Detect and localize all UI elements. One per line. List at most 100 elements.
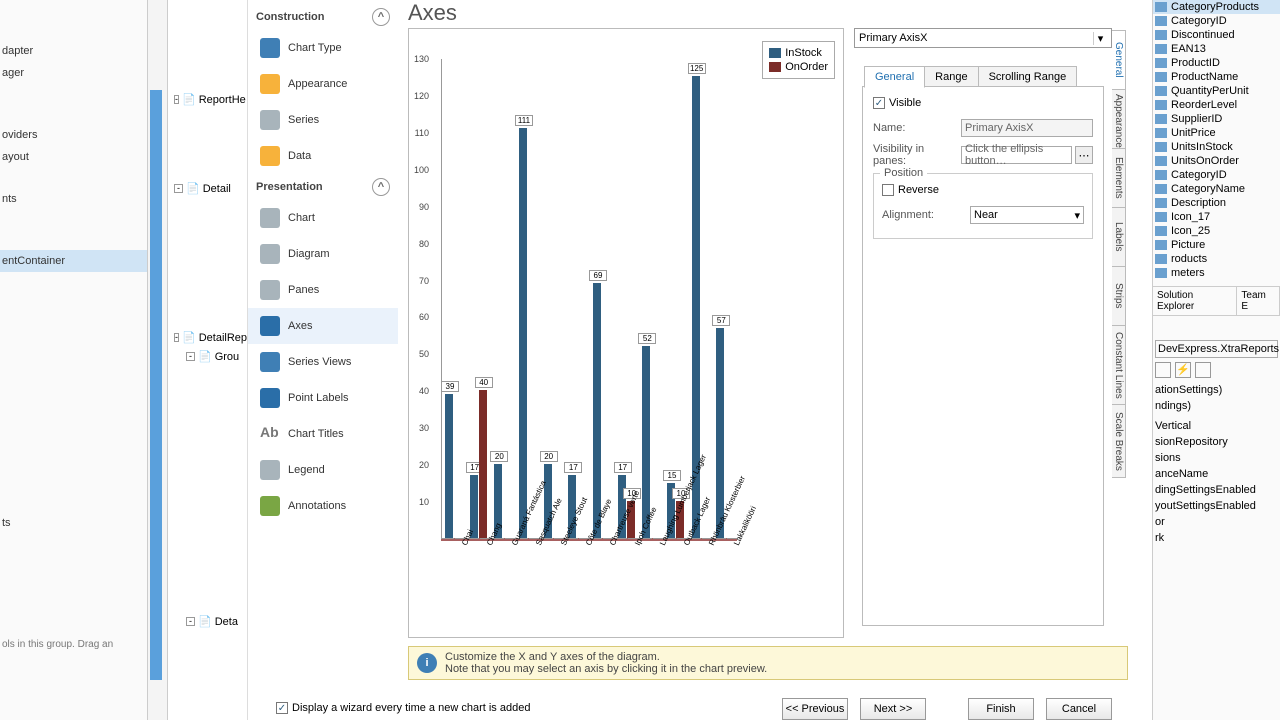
- vtab-scale-breaks[interactable]: Scale Breaks: [1112, 404, 1126, 478]
- tree-node[interactable]: -📄DetailRep: [172, 328, 247, 347]
- field-list-item[interactable]: CategoryProducts: [1153, 0, 1280, 14]
- next-button[interactable]: Next >>: [860, 698, 926, 720]
- vtab-strips[interactable]: Strips: [1112, 266, 1126, 326]
- sidebar-item-legend[interactable]: Legend: [248, 452, 398, 488]
- field-list-item[interactable]: ProductID: [1153, 56, 1280, 70]
- property-row[interactable]: rk: [1155, 530, 1278, 546]
- property-row[interactable]: sions: [1155, 450, 1278, 466]
- property-row[interactable]: dingSettingsEnabled: [1155, 482, 1278, 498]
- field-list-tree: CategoryProductsCategoryIDDiscontinuedEA…: [1153, 0, 1280, 280]
- visibility-panes-field[interactable]: Click the ellipsis button…: [961, 146, 1072, 164]
- sidebar-item-diagram[interactable]: Diagram: [248, 236, 398, 272]
- left-toolbox: dapter ager oviders ayout nts entContain…: [0, 0, 148, 720]
- field-list-item[interactable]: CategoryName: [1153, 182, 1280, 196]
- chart-preview[interactable]: InStock OnOrder 102030405060708090100110…: [408, 28, 844, 638]
- sidebar-item-chart-titles[interactable]: AbChart Titles: [248, 416, 398, 452]
- tree-node[interactable]: -📄Grou: [172, 347, 247, 366]
- field-list-item[interactable]: Picture: [1153, 238, 1280, 252]
- vtab-constant-lines[interactable]: Constant Lines: [1112, 325, 1126, 405]
- tab-general[interactable]: General: [864, 66, 925, 88]
- tree-node[interactable]: -📄Deta: [172, 612, 247, 631]
- tab-range[interactable]: Range: [924, 66, 978, 88]
- property-row[interactable]: sionRepository: [1155, 434, 1278, 450]
- property-row[interactable]: Vertical: [1155, 418, 1278, 434]
- sidebar-item-axes[interactable]: Axes: [248, 308, 398, 344]
- field-list-item[interactable]: CategoryID: [1153, 168, 1280, 182]
- events-icon[interactable]: [1195, 362, 1211, 378]
- sidebar-item-chart-type[interactable]: Chart Type: [248, 30, 398, 66]
- property-row[interactable]: or: [1155, 514, 1278, 530]
- alignment-select[interactable]: Near▾: [970, 206, 1084, 224]
- toolbox-item[interactable]: ayout: [0, 146, 147, 168]
- display-wizard-checkbox[interactable]: ✓Display a wizard every time a new chart…: [276, 702, 530, 714]
- toolbox-item[interactable]: ts: [0, 512, 147, 534]
- field-list-item[interactable]: EAN13: [1153, 42, 1280, 56]
- axis-selector[interactable]: Primary AxisX▾: [854, 28, 1112, 48]
- chevron-down-icon: ▾: [1074, 209, 1080, 222]
- sidebar-item-panes[interactable]: Panes: [248, 272, 398, 308]
- sidebar-item-appearance[interactable]: Appearance: [248, 66, 398, 102]
- vertical-tabs: General Appearance Elements Labels Strip…: [1112, 30, 1130, 477]
- property-row[interactable]: ationSettings): [1155, 382, 1278, 398]
- tab-solution-explorer[interactable]: Solution Explorer: [1153, 287, 1237, 315]
- field-list-item[interactable]: roducts: [1153, 252, 1280, 266]
- tree-node[interactable]: -📄Detail: [172, 179, 247, 198]
- sidebar-item-series-views[interactable]: Series Views: [248, 344, 398, 380]
- field-list-item[interactable]: ProductName: [1153, 70, 1280, 84]
- info-icon: i: [417, 653, 437, 673]
- field-list-item[interactable]: Discontinued: [1153, 28, 1280, 42]
- field-list-item[interactable]: SupplierID: [1153, 112, 1280, 126]
- plot-area[interactable]: 102030405060708090100110120130 391740201…: [431, 59, 737, 539]
- vtab-general[interactable]: General: [1112, 30, 1126, 90]
- ellipsis-button[interactable]: ⋯: [1075, 146, 1093, 164]
- chart-wizard: Axes Construction^ Chart Type Appearance…: [248, 0, 1152, 720]
- categorized-icon[interactable]: [1155, 362, 1171, 378]
- property-row[interactable]: ndings): [1155, 398, 1278, 414]
- collapse-icon[interactable]: ^: [372, 8, 390, 26]
- tree-node[interactable]: -📄ReportHe: [172, 90, 247, 109]
- chart-legend: InStock OnOrder: [762, 41, 835, 79]
- field-list-item[interactable]: Icon_17: [1153, 210, 1280, 224]
- field-list-item[interactable]: CategoryID: [1153, 14, 1280, 28]
- property-row[interactable]: anceName: [1155, 466, 1278, 482]
- vtab-elements[interactable]: Elements: [1112, 148, 1126, 208]
- section-construction: Construction^: [248, 4, 398, 30]
- property-row[interactable]: youtSettingsEnabled: [1155, 498, 1278, 514]
- property-tabs: General Range Scrolling Range: [864, 66, 1076, 88]
- toolbox-item[interactable]: entContainer: [0, 250, 147, 272]
- sidebar-item-series[interactable]: Series: [248, 102, 398, 138]
- sidebar-item-chart[interactable]: Chart: [248, 200, 398, 236]
- field-list-item[interactable]: Description: [1153, 196, 1280, 210]
- reverse-checkbox[interactable]: Reverse: [882, 184, 1084, 196]
- tab-scrolling-range[interactable]: Scrolling Range: [978, 66, 1078, 88]
- name-field[interactable]: Primary AxisX: [961, 119, 1093, 137]
- collapse-icon[interactable]: ^: [372, 178, 390, 196]
- field-list-item[interactable]: ReorderLevel: [1153, 98, 1280, 112]
- sidebar-item-annotations[interactable]: Annotations: [248, 488, 398, 524]
- sidebar-item-data[interactable]: Data: [248, 138, 398, 174]
- cancel-button[interactable]: Cancel: [1046, 698, 1112, 720]
- design-tree: -📄ReportHe -📄Detail -📄DetailRep -📄Grou -…: [172, 0, 248, 720]
- toolbox-hint: ols in this group. Drag an: [0, 634, 147, 655]
- vtab-appearance[interactable]: Appearance: [1112, 89, 1126, 149]
- chevron-down-icon: ▾: [1093, 32, 1107, 45]
- wizard-sidebar: Construction^ Chart Type Appearance Seri…: [248, 0, 398, 680]
- previous-button[interactable]: << Previous: [782, 698, 848, 720]
- field-list-item[interactable]: UnitsOnOrder: [1153, 154, 1280, 168]
- toolbox-item[interactable]: oviders: [0, 124, 147, 146]
- visible-checkbox[interactable]: ✓Visible: [873, 97, 1093, 109]
- property-grid: DevExpress.XtraReports.UI. ⚡ ationSettin…: [1153, 338, 1280, 548]
- vtab-labels[interactable]: Labels: [1112, 207, 1126, 267]
- tab-team-explorer[interactable]: Team E: [1237, 287, 1280, 315]
- field-list-item[interactable]: UnitPrice: [1153, 126, 1280, 140]
- field-list-item[interactable]: UnitsInStock: [1153, 140, 1280, 154]
- finish-button[interactable]: Finish: [968, 698, 1034, 720]
- alphabetical-icon[interactable]: ⚡: [1175, 362, 1191, 378]
- sidebar-item-point-labels[interactable]: Point Labels: [248, 380, 398, 416]
- toolbox-item[interactable]: nts: [0, 188, 147, 210]
- field-list-item[interactable]: QuantityPerUnit: [1153, 84, 1280, 98]
- toolbox-item[interactable]: ager: [0, 62, 147, 84]
- field-list-item[interactable]: meters: [1153, 266, 1280, 280]
- field-list-item[interactable]: Icon_25: [1153, 224, 1280, 238]
- toolbox-item[interactable]: dapter: [0, 40, 147, 62]
